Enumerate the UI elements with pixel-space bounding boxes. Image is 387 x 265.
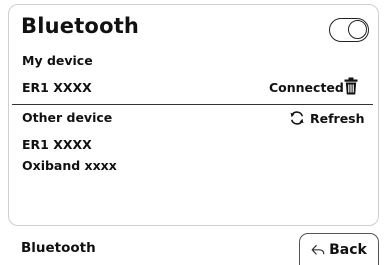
refresh-icon: [290, 111, 304, 125]
trash-icon[interactable]: [344, 77, 358, 95]
my-device-name[interactable]: ER1 XXXX: [22, 80, 92, 95]
back-arrow-icon: [311, 244, 325, 255]
footer-label: Bluetooth: [21, 240, 96, 256]
refresh-label: Refresh: [310, 110, 365, 126]
section-divider: [12, 104, 373, 105]
other-device-section-label: Other device: [22, 110, 113, 125]
other-device-item[interactable]: Oxiband xxxx: [22, 158, 117, 173]
bluetooth-screen: Bluetooth My device ER1 XXXX Connected O…: [0, 0, 387, 265]
connection-status: Connected: [269, 80, 344, 95]
page-title: Bluetooth: [21, 14, 140, 38]
back-label: Back: [329, 241, 367, 258]
toggle-knob: [348, 20, 367, 39]
refresh-button[interactable]: Refresh: [289, 109, 365, 127]
bluetooth-toggle[interactable]: [329, 18, 369, 42]
my-device-section-label: My device: [22, 53, 93, 68]
other-device-item[interactable]: ER1 XXXX: [22, 137, 92, 152]
back-button[interactable]: Back: [299, 233, 379, 265]
